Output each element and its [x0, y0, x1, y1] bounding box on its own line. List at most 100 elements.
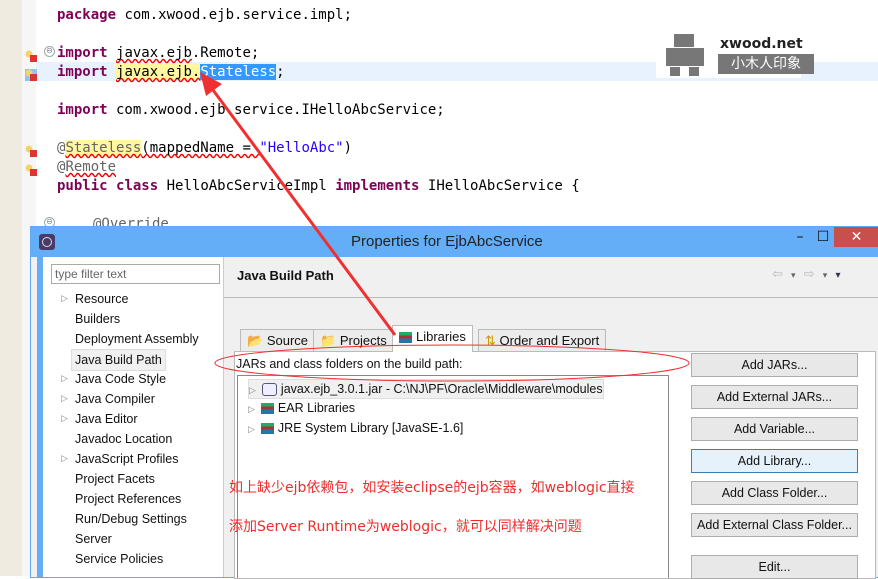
robot-logo-icon [674, 34, 694, 47]
expand-arrow-icon[interactable]: ▷ [61, 449, 68, 469]
error-quickfix-icon[interactable] [25, 66, 37, 81]
code-line-import-service: import com.xwood.ejb.service.IHelloAbcSe… [57, 101, 445, 120]
nav-item-java-compiler[interactable]: Java Compiler [75, 389, 155, 409]
nav-item-server[interactable]: Server [75, 529, 112, 549]
property-pages-tree: type filter text ▷ Resource Builders Deploy… [37, 257, 228, 577]
fold-toggle-icon[interactable]: ⊖ [44, 46, 55, 57]
code-text: com.xwood.ejb.service.IHelloAbcService; [107, 102, 445, 118]
separator [224, 297, 878, 298]
eclipse-app-icon [39, 234, 55, 250]
nav-item-javadoc-location[interactable]: Javadoc Location [75, 429, 172, 449]
keyword: implements [335, 178, 420, 194]
tab-order-and-export[interactable]: ⇅ Order and Export [478, 329, 607, 352]
annotation-note-line-2: 添加Server Runtime为weblogic，就可以同样解决问题 [229, 519, 582, 535]
code-text: IHelloAbcService { [419, 178, 580, 194]
add-external-class-folder-button[interactable]: Add External Class Folder... [691, 513, 858, 537]
nav-item-builders[interactable]: Builders [75, 309, 120, 329]
highlighted-package: javax.ejb. [116, 64, 201, 80]
add-external-jars-button[interactable]: Add External JARs... [691, 385, 858, 409]
code-text: (mappedName = [141, 140, 260, 156]
expand-arrow-icon[interactable]: ▷ [61, 289, 68, 309]
tab-projects[interactable]: 📁 Projects [313, 329, 394, 352]
annotation-name: Stateless [65, 140, 142, 156]
keyword: import [57, 64, 108, 80]
forward-arrow-icon[interactable]: ⇨ [804, 267, 817, 282]
library-item-ejb-jar[interactable]: ▷ javax.ejb_3.0.1.jar - C:\NJ\PF\Oracle\M… [248, 379, 604, 399]
nav-item-project-references[interactable]: Project References [75, 489, 181, 509]
code-line-import-stateless: import javax.ejb.Stateless; [57, 63, 285, 82]
code-line-import-remote: import javax.ejb.Remote; [57, 44, 259, 63]
back-arrow-icon[interactable]: ⇦ [772, 267, 785, 282]
dialog-title: Properties for EjbAbcService [351, 233, 543, 250]
expand-arrow-icon[interactable]: ▷ [61, 369, 68, 389]
nav-item-deployment-assembly[interactable]: Deployment Assembly [75, 329, 199, 349]
annotation-note-line-1: 如上缺少ejb依赖包，如安装eclipse的ejb容器，如weblogic直接 [229, 480, 635, 496]
minimize-button[interactable]: – [789, 227, 811, 247]
nav-item-java-build-path[interactable]: Java Build Path [71, 349, 166, 371]
library-item-jre[interactable]: ▷ JRE System Library [JavaSE-1.6] [248, 419, 463, 437]
tab-libraries[interactable]: Libraries [392, 325, 473, 352]
back-dropdown-icon[interactable]: ▾ [791, 271, 798, 281]
expand-arrow-icon[interactable]: ▷ [249, 385, 256, 395]
nav-item-java-editor[interactable]: Java Editor [75, 409, 138, 429]
add-library-button[interactable]: Add Library... [691, 449, 858, 473]
error-quickfix-icon[interactable] [25, 47, 37, 62]
watermark-logo: xwood.net 小木人印象 [656, 30, 814, 78]
filter-input[interactable]: type filter text [51, 264, 220, 284]
edit-button[interactable]: Edit... [691, 555, 858, 579]
forward-dropdown-icon[interactable]: ▾ [823, 271, 830, 281]
nav-item-resource[interactable]: Resource [75, 289, 129, 309]
library-label: JRE System Library [JavaSE-1.6] [277, 421, 464, 435]
watermark-subtitle: 小木人印象 [718, 54, 814, 74]
maximize-button[interactable]: ☐ [813, 227, 833, 247]
error-quickfix-icon[interactable] [25, 142, 37, 157]
keyword: class [116, 178, 159, 194]
nav-item-java-code-style[interactable]: Java Code Style [75, 369, 166, 389]
keyword: package [57, 7, 117, 23]
tab-label: Libraries [416, 329, 466, 344]
library-label: EAR Libraries [277, 401, 356, 415]
add-jars-button[interactable]: Add JARs... [691, 353, 858, 377]
expand-arrow-icon[interactable]: ▷ [61, 409, 68, 429]
code-text: .Remote; [191, 45, 260, 61]
library-item-ear[interactable]: ▷ EAR Libraries [248, 399, 355, 417]
tab-label: Source [266, 333, 309, 348]
order-export-icon: ⇅ [485, 333, 496, 348]
robot-leg [670, 67, 680, 76]
code-text: com.xwood.ejb.service.impl; [116, 7, 353, 23]
code-line-annotation-remote: @Remote [57, 158, 116, 177]
dialog-titlebar[interactable]: Properties for EjbAbcService – ☐ ✕ [31, 227, 878, 257]
close-button[interactable]: ✕ [834, 227, 878, 247]
expand-arrow-icon[interactable]: ▷ [248, 404, 255, 414]
view-menu-icon[interactable]: ▾ [835, 270, 842, 281]
keyword: public [57, 178, 108, 194]
code-line-class-declaration: public class HelloAbcServiceImpl impleme… [57, 177, 580, 196]
nav-item-javascript-profiles[interactable]: JavaScript Profiles [75, 449, 179, 469]
code-text: ) [343, 140, 353, 156]
expand-arrow-icon[interactable]: ▷ [248, 424, 255, 434]
tab-source[interactable]: 📂 Source [240, 329, 316, 352]
keyword: import [57, 102, 108, 118]
projects-folder-icon: 📁 [320, 333, 337, 348]
robot-body [666, 48, 704, 66]
nav-item-run-debug-settings[interactable]: Run/Debug Settings [75, 509, 187, 529]
build-path-label: JARs and class folders on the build path… [236, 357, 463, 371]
add-class-folder-button[interactable]: Add Class Folder... [691, 481, 858, 505]
tab-label: Projects [339, 333, 387, 348]
error-quickfix-icon[interactable] [25, 161, 37, 176]
code-text: ; [276, 64, 285, 80]
editor-left-strip [0, 0, 23, 576]
watermark-brand: xwood.net [720, 36, 803, 52]
nav-item-service-policies[interactable]: Service Policies [75, 549, 163, 569]
add-variable-button[interactable]: Add Variable... [691, 417, 858, 441]
page-title: Java Build Path [237, 268, 334, 283]
jar-icon [261, 383, 277, 397]
nav-item-project-facets[interactable]: Project Facets [75, 469, 155, 489]
library-label: javax.ejb_3.0.1.jar - C:\NJ\PF\Oracle\Mi… [280, 382, 603, 396]
expand-arrow-icon[interactable]: ▷ [61, 389, 68, 409]
class-name: HelloAbcServiceImpl [158, 178, 336, 194]
code-line-annotation-stateless: @Stateless(mappedName = "HelloAbc") [57, 139, 352, 158]
page-navigation-toolbar: ⇦ ▾ ⇨ ▾ ▾ [772, 267, 842, 282]
keyword: import [57, 45, 108, 61]
libraries-icon [399, 332, 412, 344]
